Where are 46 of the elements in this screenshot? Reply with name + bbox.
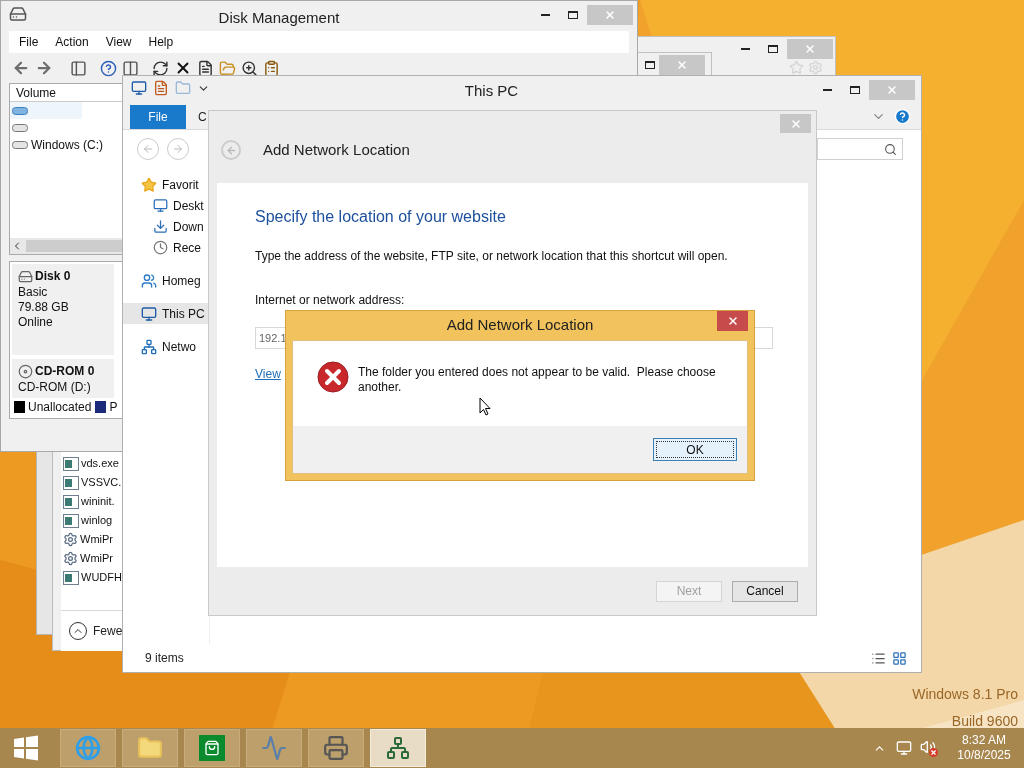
disk-name: Disk 0: [35, 268, 71, 285]
nav-item[interactable]: Favorit: [123, 174, 209, 195]
clock-date: 10/8/2025: [957, 748, 1011, 763]
process-name: WmiPr: [80, 551, 113, 567]
nav-item[interactable]: Netwo: [123, 336, 209, 357]
process-name: WmiPr: [80, 532, 113, 548]
disk-detail: Online: [18, 315, 54, 330]
nav-item[interactable]: This PC: [123, 303, 209, 324]
description-text: Type the address of the website, FTP site, or network location that this shortcut will open.: [255, 248, 728, 265]
ribbon-tab[interactable]: C: [186, 104, 207, 129]
menu-item[interactable]: File: [19, 33, 39, 51]
process-name: winlog: [81, 513, 113, 529]
wizard-title: Add Network Location: [263, 140, 410, 160]
clock-time: 8:32 AM: [962, 733, 1006, 748]
error-message: The folder you entered does not appear to be valid. Please choose another.: [358, 365, 717, 395]
ok-button[interactable]: OK: [653, 438, 737, 461]
disk-detail: CD-ROM (D:): [18, 380, 92, 395]
legend-label: Unallocated: [28, 399, 92, 416]
disk-detail: 79.88 GB: [18, 300, 70, 315]
process-name: vds.exe: [81, 456, 119, 472]
process-name: WUDFH: [81, 570, 122, 586]
wizard-heading: Specify the location of your website: [255, 207, 506, 227]
window-title: Disk Management: [217, 8, 341, 28]
volume-row[interactable]: Windows (C:): [10, 136, 122, 153]
status-text: 9 items: [145, 650, 184, 667]
process-name: wininit.: [81, 494, 115, 510]
os-edition-text: Windows 8.1 Pro: [912, 685, 1018, 704]
dialog-button[interactable]: Cancel: [732, 580, 798, 602]
ribbon-tab[interactable]: File: [130, 104, 186, 129]
legend-label: P: [109, 399, 118, 416]
disk-name: CD-ROM 0: [35, 363, 95, 380]
menu-item[interactable]: Help: [148, 33, 174, 51]
process-name: VSSVC.: [81, 475, 122, 491]
window-title: This PC: [463, 81, 520, 101]
build-text: Build 9600: [951, 712, 1018, 731]
nav-item[interactable]: Down: [123, 216, 209, 237]
nav-item[interactable]: Homeg: [123, 270, 209, 291]
menu-item[interactable]: View: [105, 33, 132, 51]
menu-item[interactable]: Action: [55, 33, 89, 51]
dialog-title: Add Network Location: [446, 315, 594, 336]
link[interactable]: View: [255, 365, 281, 383]
disk-detail: Basic: [18, 285, 49, 300]
nav-item[interactable]: Deskt: [123, 195, 209, 216]
nav-item[interactable]: Rece: [123, 237, 209, 258]
fewer-details-link[interactable]: Fewe: [93, 622, 123, 640]
field-label: Internet or network address:: [255, 292, 405, 309]
